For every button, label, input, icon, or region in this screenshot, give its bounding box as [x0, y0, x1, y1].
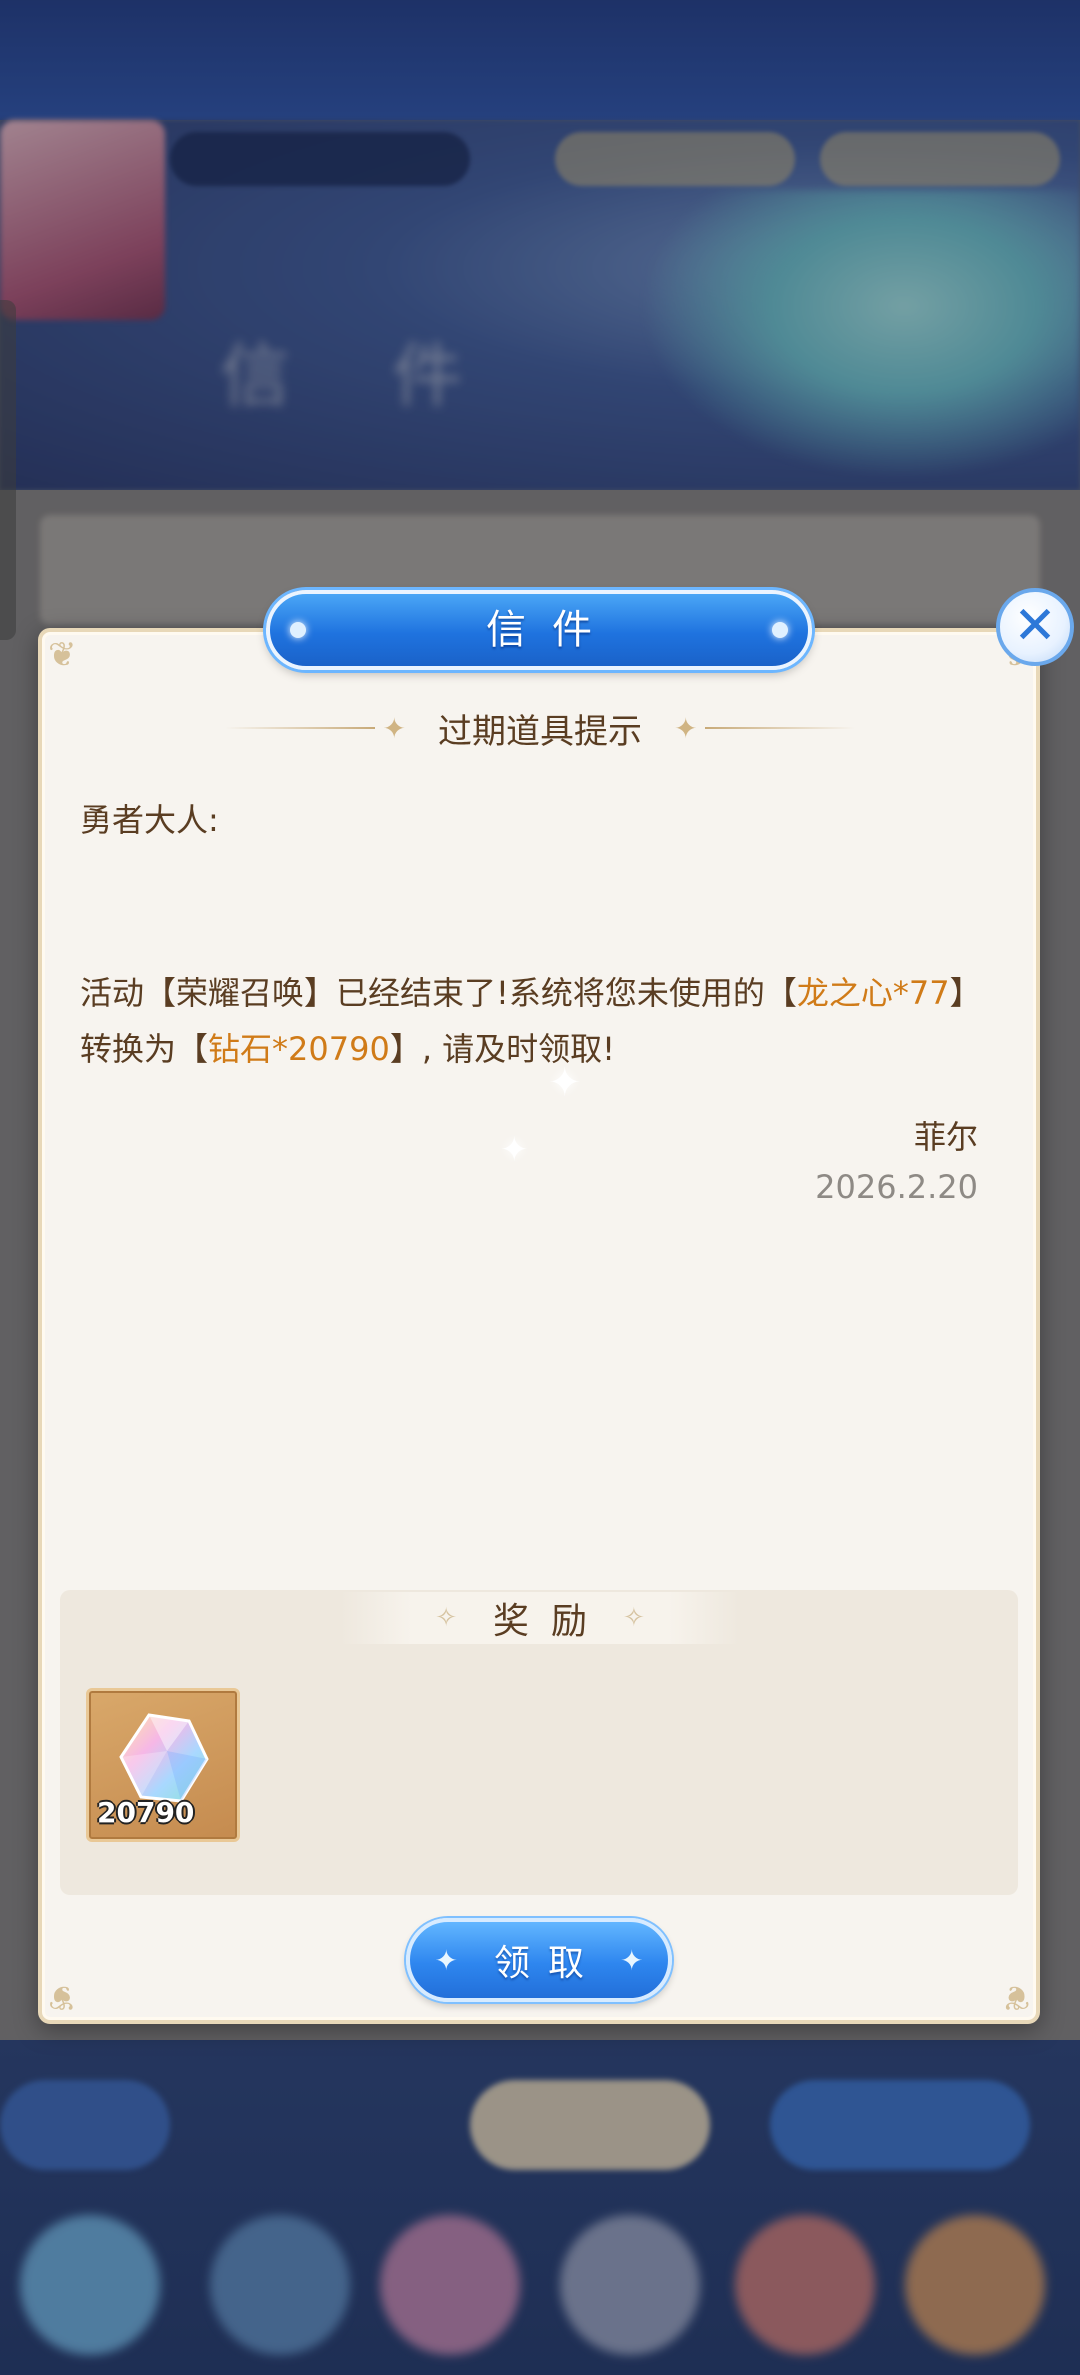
- corner-ornament-icon: ❦: [48, 1977, 77, 2017]
- diamond-gem-icon: [119, 1713, 209, 1803]
- mail-subject: 过期道具提示: [438, 711, 642, 752]
- sparkle-ornament-icon: ✦: [382, 711, 406, 745]
- mail-subject-row: ✦ 过期道具提示 ✦: [200, 700, 880, 756]
- divider: [224, 727, 375, 729]
- reward-label: 奖励: [492, 1601, 609, 1642]
- sparkle-ornament-icon: ✦: [674, 711, 698, 745]
- sparkle-icon: ✦: [620, 1943, 644, 1977]
- sparkle-icon: ✦: [434, 1943, 458, 1977]
- mail-body-highlight: 龙之心*77: [796, 974, 950, 1012]
- reward-header: ✧ 奖励 ✧: [340, 1592, 740, 1644]
- dialog-title: 信件: [486, 607, 618, 653]
- divider: [705, 727, 856, 729]
- mail-signature: 菲尔: [913, 1118, 978, 1156]
- reward-item-slot[interactable]: 20790: [86, 1688, 240, 1842]
- sparkle-ornament-icon: ✧: [435, 1603, 457, 1633]
- sparkle-icon: ✦: [500, 1130, 529, 1170]
- dialog-title-banner: 信件: [266, 590, 812, 670]
- reward-item-count: 20790: [97, 1796, 195, 1829]
- banner-gem-icon: [290, 622, 306, 638]
- close-button[interactable]: ✕: [996, 588, 1074, 666]
- sparkle-ornament-icon: ✧: [623, 1603, 645, 1633]
- corner-ornament-icon: ❦: [1001, 1977, 1031, 2017]
- mail-body: 活动【荣耀召唤】已经结束了!系统将您未使用的【龙之心*77】转换为【钻石*207…: [80, 965, 990, 1077]
- claim-button[interactable]: ✦ 领取 ✦: [406, 1918, 672, 2002]
- banner-gem-icon: [772, 622, 788, 638]
- close-icon: ✕: [1013, 596, 1057, 656]
- mail-body-highlight: 钻石*20790: [208, 1030, 390, 1068]
- side-drawer-handle[interactable]: [0, 300, 16, 640]
- mail-body-text: 活动【荣耀召唤】已经结束了!系统将您未使用的【: [80, 974, 797, 1012]
- mail-date: 2026.2.20: [815, 1168, 978, 1206]
- mail-salutation: 勇者大人:: [80, 801, 219, 839]
- corner-ornament-icon: ❦: [48, 635, 77, 675]
- claim-button-label: 领取: [493, 1943, 602, 1984]
- sparkle-icon: ✦: [548, 1060, 582, 1106]
